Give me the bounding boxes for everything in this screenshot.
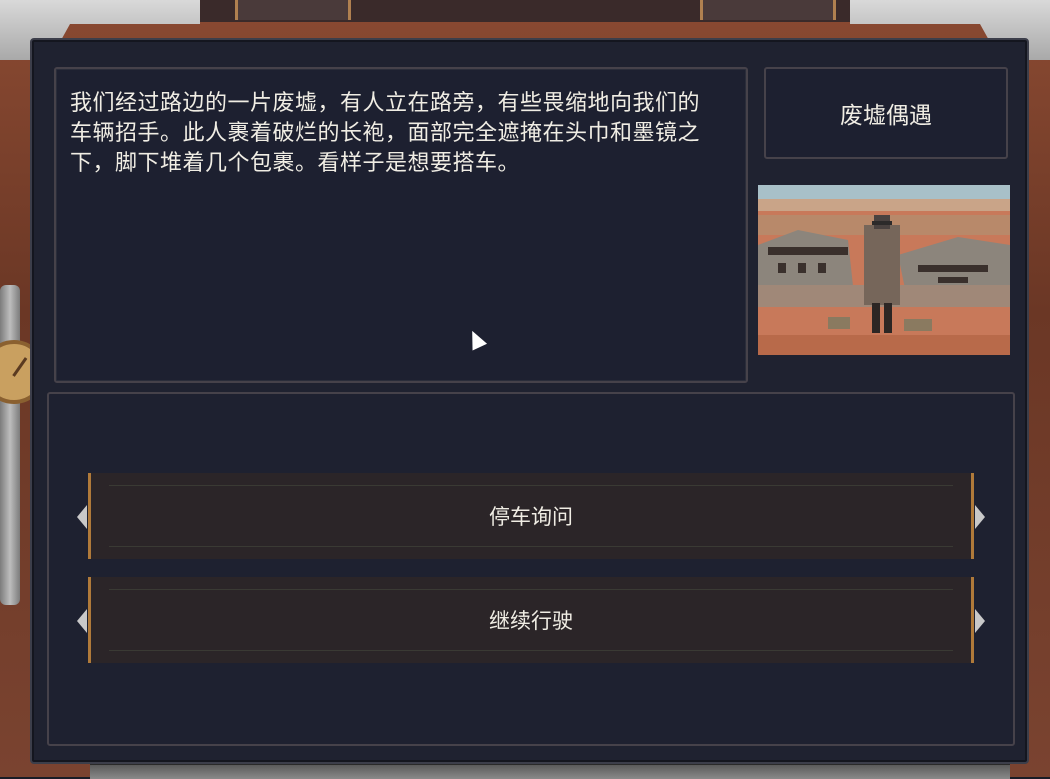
event-title-box: 废墟偶遇 [764,67,1008,159]
ruins-hitchhiker-icon [758,185,1010,355]
event-title: 废墟偶遇 [840,103,932,129]
chevron-right-icon [975,609,985,633]
top-tab-right [700,0,836,20]
choice-label: 停车询问 [489,505,573,529]
chevron-right-icon [975,505,985,529]
event-description: 我们经过路边的一片废墟，有人立在路旁，有些畏缩地向我们的车辆招手。此人裹着破烂的… [70,91,701,176]
choice-label: 继续行驶 [489,609,573,633]
choice-inner: 继续行驶 [109,589,953,651]
gauge-needle [12,357,28,377]
chevron-left-icon [77,505,87,529]
choice-stop-and-ask-button[interactable]: 停车询问 [77,473,985,559]
choices-panel [47,392,1015,746]
event-scene-image [758,185,1010,355]
choice-inner: 停车询问 [109,485,953,547]
top-tab-left [235,0,351,20]
chevron-left-icon [77,609,87,633]
event-description-box: 我们经过路边的一片废墟，有人立在路旁，有些畏缩地向我们的车辆招手。此人裹着破烂的… [54,67,748,383]
choice-keep-driving-button[interactable]: 继续行驶 [77,577,985,663]
side-pipe [0,285,20,605]
